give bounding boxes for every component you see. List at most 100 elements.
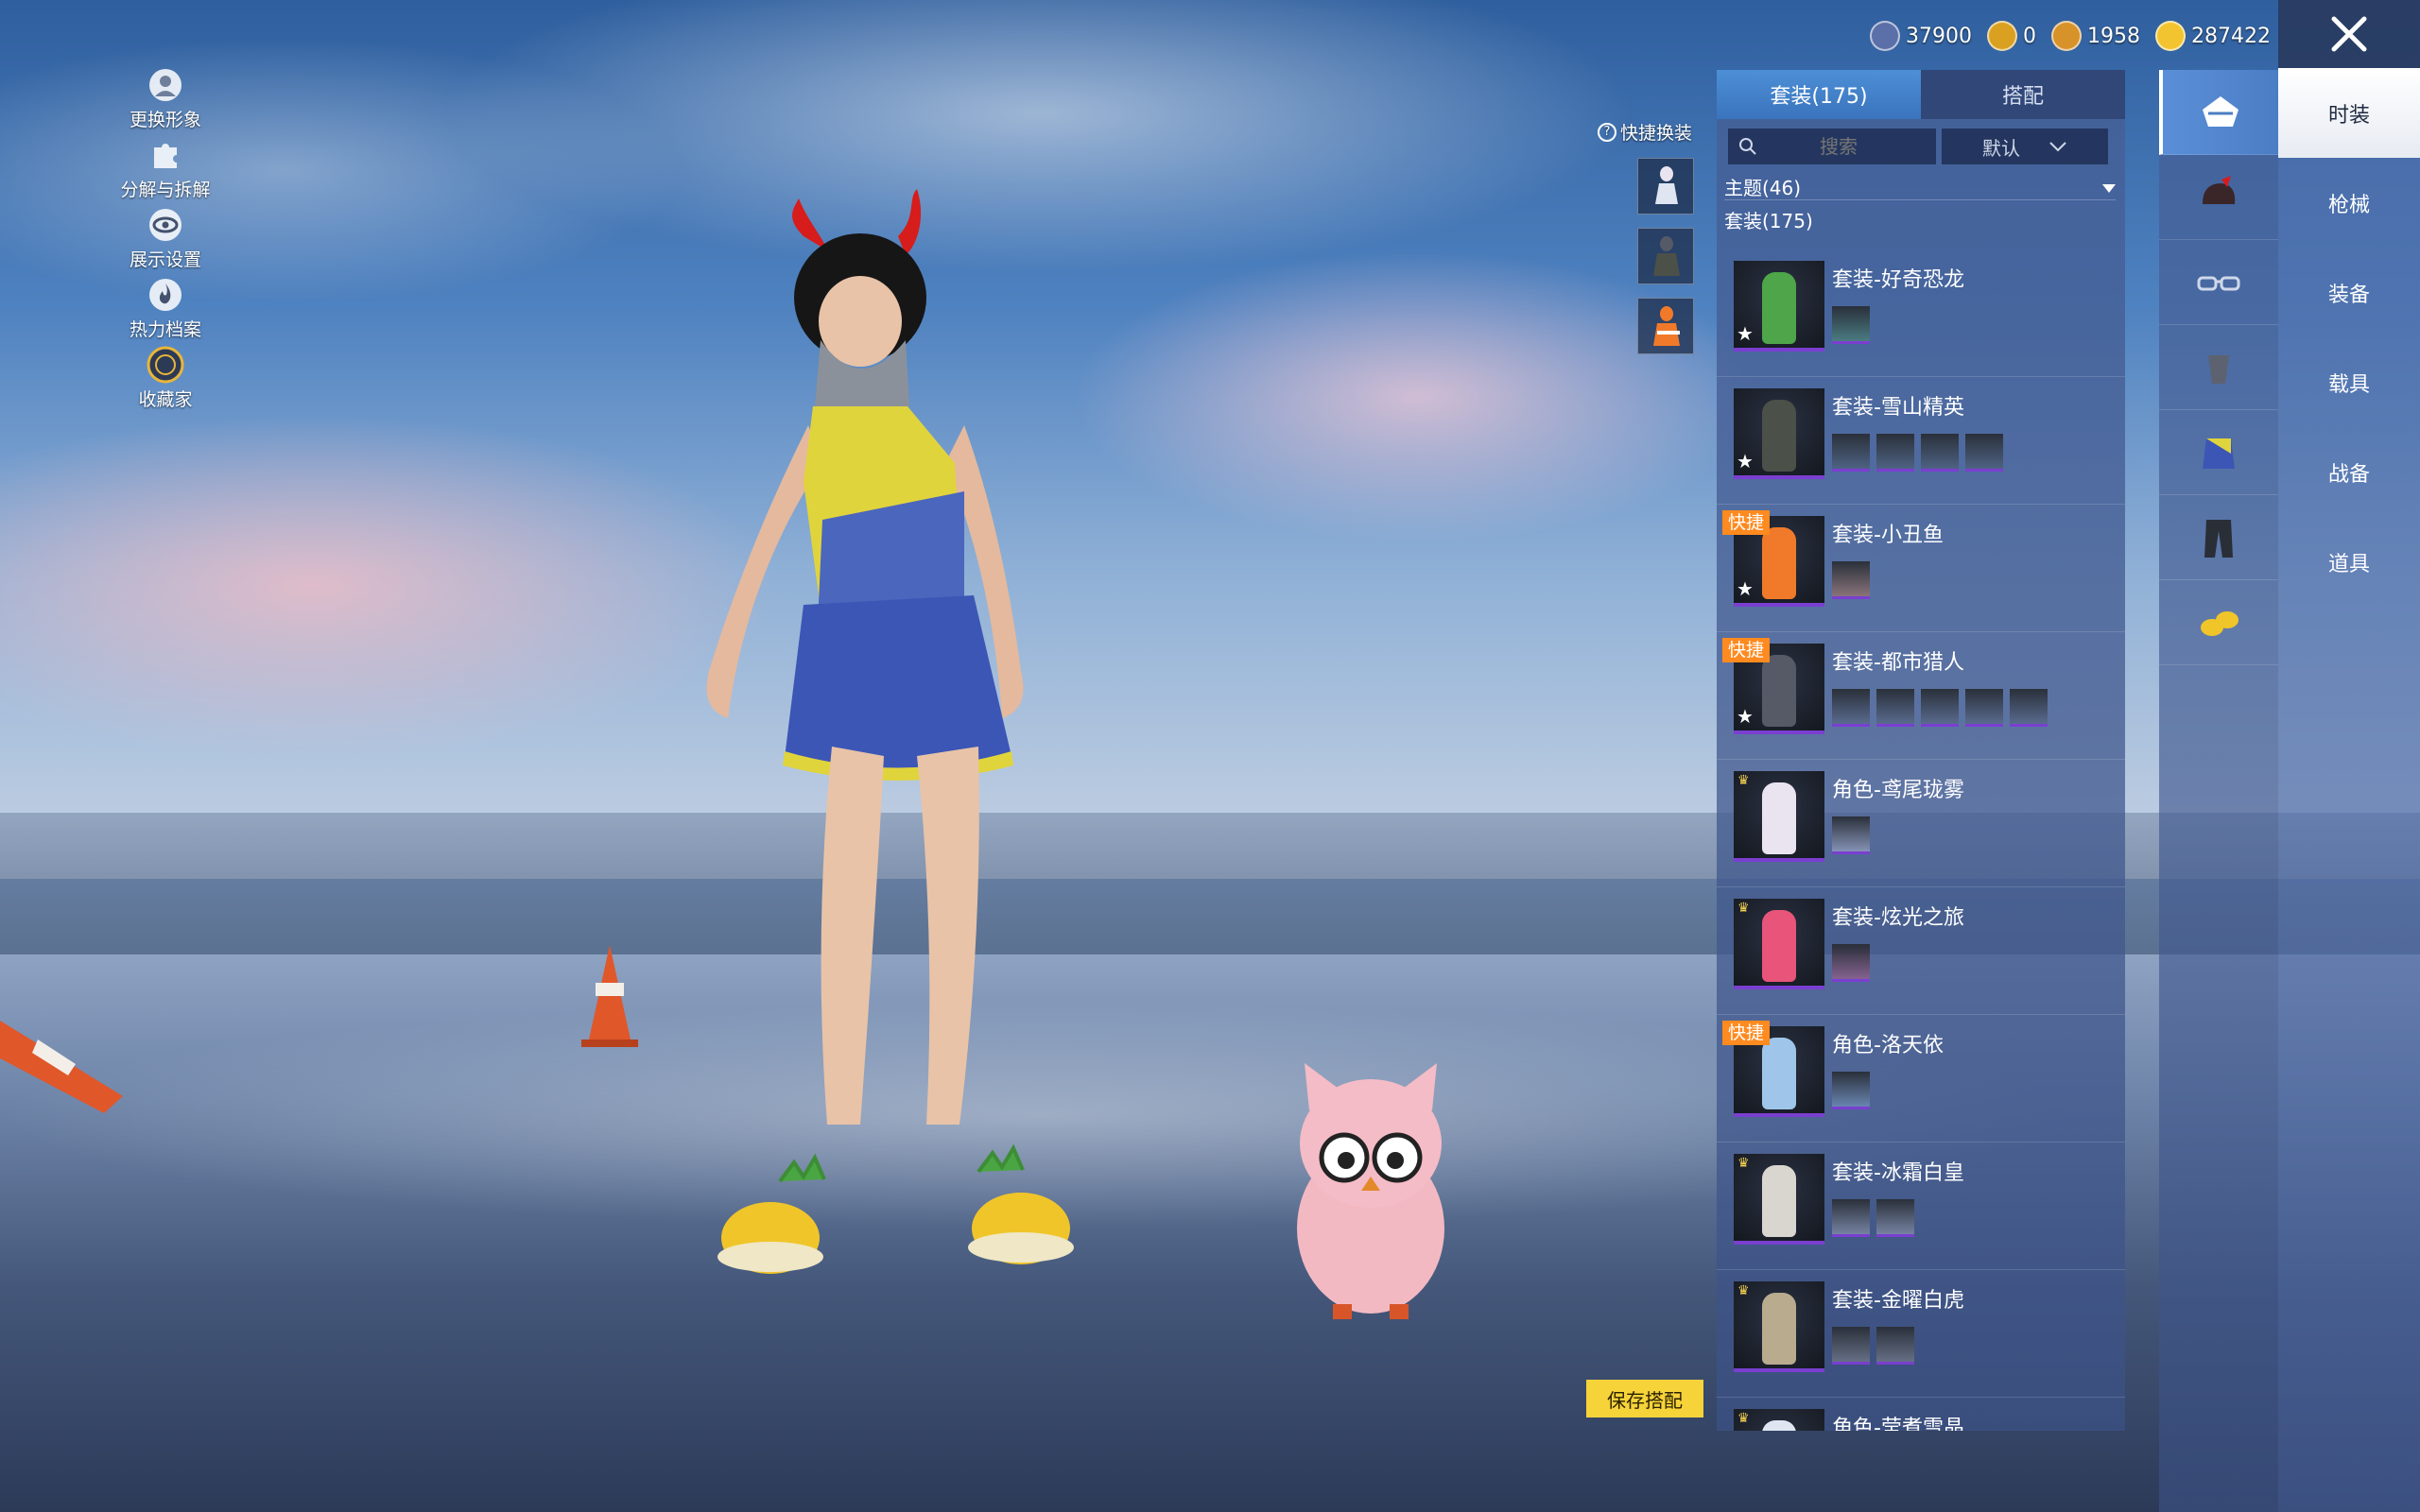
outfit-part-thumbnail[interactable] (1832, 1072, 1870, 1109)
tab-fashion[interactable]: 时装 (2278, 68, 2420, 158)
category-helmet[interactable] (2159, 155, 2278, 240)
category-shoes[interactable] (2159, 580, 2278, 665)
outfit-icon (2203, 95, 2238, 127)
bronze-coin-icon (2051, 21, 2082, 51)
outfit-part-thumbnail[interactable] (1921, 689, 1959, 727)
display-settings-button[interactable]: 展示设置 (104, 206, 227, 276)
collector-badge-icon (147, 346, 184, 384)
category-top[interactable] (2159, 410, 2278, 495)
outfit-name: 套装-小丑鱼 (1832, 524, 1944, 547)
outfit-figure (1762, 527, 1796, 599)
search-input[interactable] (1758, 135, 1919, 158)
outfit-part-thumbnail[interactable] (1832, 306, 1870, 344)
outfit-part-thumbnail[interactable] (2010, 689, 2048, 727)
category-glasses[interactable] (2159, 240, 2278, 325)
collector-button[interactable]: 收藏家 (104, 346, 227, 416)
outfit-list-item[interactable]: ♛ 套装-冰霜白皇 (1717, 1143, 2125, 1270)
decompose-label: 分解与拆解 (120, 180, 211, 200)
tab-combinations[interactable]: 搭配 (1921, 70, 2125, 119)
outfit-part-thumbnail[interactable] (1832, 561, 1870, 599)
outfit-part-thumbnail[interactable] (1876, 1199, 1914, 1237)
traffic-cone-left (0, 1021, 123, 1113)
tab-equipment[interactable]: 装备 (2278, 248, 2420, 337)
outfit-part-thumbnail[interactable] (1832, 1199, 1870, 1237)
quick-swap-slot-1[interactable] (1637, 158, 1694, 215)
outfit-thumbnail: ♛ (1734, 771, 1824, 862)
tab-guns[interactable]: 枪械 (2278, 158, 2420, 248)
outfit-part-thumbnail[interactable] (1832, 689, 1870, 727)
outfit-list-item[interactable]: 快捷 ★ 套装-都市猎人 (1717, 632, 2125, 760)
outfit-figure (1762, 1293, 1796, 1365)
outfit-part-thumbnail[interactable] (1876, 434, 1914, 472)
heat-archive-button[interactable]: 热力档案 (104, 276, 227, 346)
quick-tag-badge: 快捷 (1722, 638, 1771, 662)
currency-value: 0 (2023, 24, 2036, 48)
rarity-crown-icon: ♛ (1737, 1411, 1750, 1426)
outfit-list-item[interactable]: ♛ 角色-莹煮雪晶 (1717, 1398, 2125, 1431)
outfit-name: 套装-金曜白虎 (1832, 1289, 1964, 1313)
tab-suits[interactable]: 套装(175) (1717, 70, 1921, 119)
outfit-name: 套装-好奇恐龙 (1832, 268, 1964, 292)
currency-bar: 37900 0 1958 287422 (1870, 17, 2271, 55)
rarity-crown-icon: ♛ (1737, 773, 1750, 788)
outfit-thumbnail: ★ (1734, 261, 1824, 352)
decompose-button[interactable]: 分解与拆解 (104, 136, 227, 206)
outfit-name: 角色-莹煮雪晶 (1832, 1417, 1964, 1431)
category-pants[interactable] (2159, 495, 2278, 580)
outfit-part-thumbnail[interactable] (1832, 816, 1870, 854)
category-mask[interactable] (2159, 325, 2278, 410)
sort-dropdown[interactable]: 默认 (1942, 129, 2108, 164)
outfit-name: 套装-都市猎人 (1832, 651, 1964, 675)
character-thumb-icon (1655, 166, 1678, 204)
tab-props[interactable]: 道具 (2278, 517, 2420, 607)
outfit-part-thumbnail[interactable] (1965, 434, 2003, 472)
quick-swap-slot-2[interactable] (1637, 228, 1694, 284)
quick-swap-title[interactable]: ? 快捷换装 (1598, 119, 1702, 145)
outfit-list-item[interactable]: ♛ 套装-炫光之旅 (1717, 887, 2125, 1015)
search-row: 默认 (1728, 129, 2114, 166)
heat-archive-label: 热力档案 (129, 319, 201, 340)
currency-gold-a[interactable]: 0 (1987, 21, 2036, 51)
outfit-part-thumbnail[interactable] (1965, 689, 2003, 727)
outfit-parts (1832, 816, 1876, 854)
outfit-list-item[interactable]: ♛ 套装-金曜白虎 (1717, 1270, 2125, 1398)
outfit-list-item[interactable]: ★ 套装-雪山精英 (1717, 377, 2125, 505)
outfit-part-thumbnail[interactable] (1832, 434, 1870, 472)
pink-owl-pet (1297, 1063, 1444, 1319)
outfit-list-item[interactable]: ★ 套装-好奇恐龙 (1717, 249, 2125, 377)
outfit-part-thumbnail[interactable] (1921, 434, 1959, 472)
outfit-part-thumbnail[interactable] (1832, 1327, 1870, 1365)
outfit-thumbnail: ★ (1734, 388, 1824, 479)
outfit-part-thumbnail[interactable] (1876, 1327, 1914, 1365)
player-character (706, 189, 1074, 1274)
outfit-list-item[interactable]: 快捷 ★ 套装-小丑鱼 (1717, 505, 2125, 632)
currency-bronze[interactable]: 1958 (2051, 21, 2140, 51)
top-icon (2203, 438, 2235, 469)
eye-icon (147, 206, 184, 244)
category-outfit[interactable] (2159, 70, 2278, 155)
outfit-part-thumbnail[interactable] (1876, 689, 1914, 727)
theme-filter[interactable]: 主题(46) (1724, 174, 2116, 200)
tab-combat-gear[interactable]: 战备 (2278, 427, 2420, 517)
currency-silver[interactable]: 37900 (1870, 21, 1972, 51)
outfit-list[interactable]: ★ 套装-好奇恐龙 ★ 套装-雪山精英 快捷 ★ 套装-小丑鱼 快捷 ★ 套装-都市猎人 ♛ 角色-鸢… (1717, 249, 2125, 1431)
outfit-list-item[interactable]: 快捷 角色-洛天依 (1717, 1015, 2125, 1143)
outfit-thumbnail: ♛ (1734, 899, 1824, 989)
search-icon (1739, 138, 1756, 155)
pants-icon (2204, 519, 2233, 558)
outfit-parts (1832, 561, 1876, 599)
currency-lightning[interactable]: 287422 (2155, 21, 2271, 51)
favorite-star-icon: ★ (1737, 322, 1754, 345)
display-settings-label: 展示设置 (129, 249, 201, 270)
close-button[interactable] (2278, 0, 2420, 68)
search-box[interactable] (1728, 129, 1936, 164)
change-appearance-button[interactable]: 更换形象 (104, 66, 227, 136)
quick-swap-slot-3[interactable] (1637, 298, 1694, 354)
save-outfit-button[interactable]: 保存搭配 (1586, 1380, 1703, 1418)
tab-vehicles[interactable]: 载具 (2278, 337, 2420, 427)
outfit-part-thumbnail[interactable] (1832, 944, 1870, 982)
outfit-list-panel: 套装(175) 搭配 默认 主题(46) 套装(175) ★ 套装-好奇恐龙 ★ 套装… (1717, 70, 2125, 1431)
outfit-list-item[interactable]: ♛ 角色-鸢尾珑雾 (1717, 760, 2125, 887)
outfit-thumbnail: ♛ (1734, 1409, 1824, 1431)
section-title: 套装(175) (1724, 210, 1813, 232)
